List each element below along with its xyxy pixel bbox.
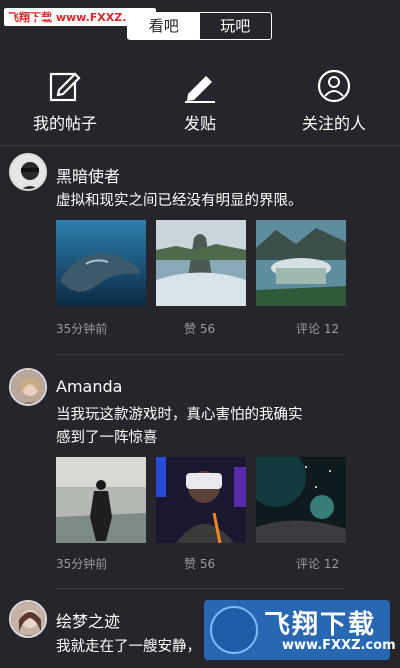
avatar[interactable] bbox=[9, 600, 47, 638]
divider bbox=[56, 588, 344, 589]
following-button[interactable]: 关注的人 bbox=[274, 60, 394, 134]
post-author[interactable]: 绘梦之迹 bbox=[56, 608, 120, 632]
avatar[interactable] bbox=[9, 153, 47, 191]
my-posts-label: 我的帖子 bbox=[32, 114, 97, 133]
post-text: 当我玩这款游戏时，真心害怕的我确实 感到了一阵惊喜 bbox=[56, 404, 356, 450]
post-time: 35分钟前 bbox=[56, 322, 108, 336]
avatar[interactable] bbox=[9, 368, 47, 406]
new-post-button[interactable]: 发贴 bbox=[140, 60, 260, 134]
post-image-planet[interactable] bbox=[256, 457, 346, 543]
like-label: 赞 bbox=[184, 322, 197, 336]
post-text-line: 当我玩这款游戏时，真心害怕的我确实 bbox=[56, 407, 303, 423]
comment-label: 评论 bbox=[296, 322, 321, 336]
comment-count: 12 bbox=[323, 557, 340, 571]
post-card[interactable]: 黑暗使者 虚拟和现实之间已经没有明显的界限。 35分钟前 赞 56 评论 12 bbox=[0, 150, 400, 350]
comment-button[interactable]: 评论 12 bbox=[296, 555, 339, 572]
logo-url: www.FXXZ.com bbox=[282, 638, 396, 653]
like-count: 56 bbox=[199, 557, 216, 571]
comment-label: 评论 bbox=[296, 557, 321, 571]
tab-kanba[interactable]: 看吧 bbox=[128, 13, 200, 39]
following-label: 关注的人 bbox=[301, 114, 366, 133]
post-author[interactable]: Amanda bbox=[56, 377, 122, 396]
logo-title: 飞翔下载 bbox=[264, 610, 377, 640]
pencil-icon bbox=[185, 76, 215, 103]
tab-wanba[interactable]: 玩吧 bbox=[199, 13, 271, 39]
post-text-line: 感到了一阵惊喜 bbox=[56, 430, 158, 446]
watermark-logo: 飞翔下载 www.FXXZ.com bbox=[204, 600, 396, 660]
fxxz-logo-icon bbox=[210, 606, 258, 654]
post-image-park[interactable] bbox=[256, 220, 346, 306]
edit-square-icon bbox=[49, 72, 81, 102]
comment-count: 12 bbox=[323, 322, 340, 336]
post-image-figure[interactable] bbox=[56, 457, 146, 543]
post-image-vr-headset[interactable] bbox=[156, 457, 246, 543]
menu-icon[interactable] bbox=[30, 14, 52, 34]
action-bar: 我的帖子 发贴 关注的人 bbox=[0, 60, 400, 145]
like-button[interactable]: 赞 56 bbox=[184, 555, 215, 572]
comment-button[interactable]: 评论 12 bbox=[296, 320, 339, 337]
post-time: 35分钟前 bbox=[56, 557, 108, 571]
post-image-ocean[interactable] bbox=[56, 220, 146, 306]
segment-tabs: 看吧 玩吧 bbox=[127, 12, 272, 40]
new-post-label: 发贴 bbox=[183, 114, 216, 133]
like-count: 56 bbox=[199, 322, 216, 336]
post-image-dinosaur[interactable] bbox=[156, 220, 246, 306]
like-label: 赞 bbox=[184, 557, 197, 571]
my-posts-button[interactable]: 我的帖子 bbox=[5, 60, 125, 134]
divider bbox=[56, 354, 344, 355]
divider bbox=[0, 145, 400, 146]
top-bar: 飞翔下载 www.FXXZ.com 看吧 玩吧 bbox=[0, 0, 400, 50]
like-button[interactable]: 赞 56 bbox=[184, 320, 215, 337]
user-circle-icon bbox=[317, 69, 351, 103]
post-text: 虚拟和现实之间已经没有明显的界限。 bbox=[56, 193, 303, 209]
post-author[interactable]: 黑暗使者 bbox=[56, 163, 120, 187]
post-card[interactable]: Amanda 当我玩这款游戏时，真心害怕的我确实 感到了一阵惊喜 35分钟前 赞… bbox=[0, 365, 400, 585]
